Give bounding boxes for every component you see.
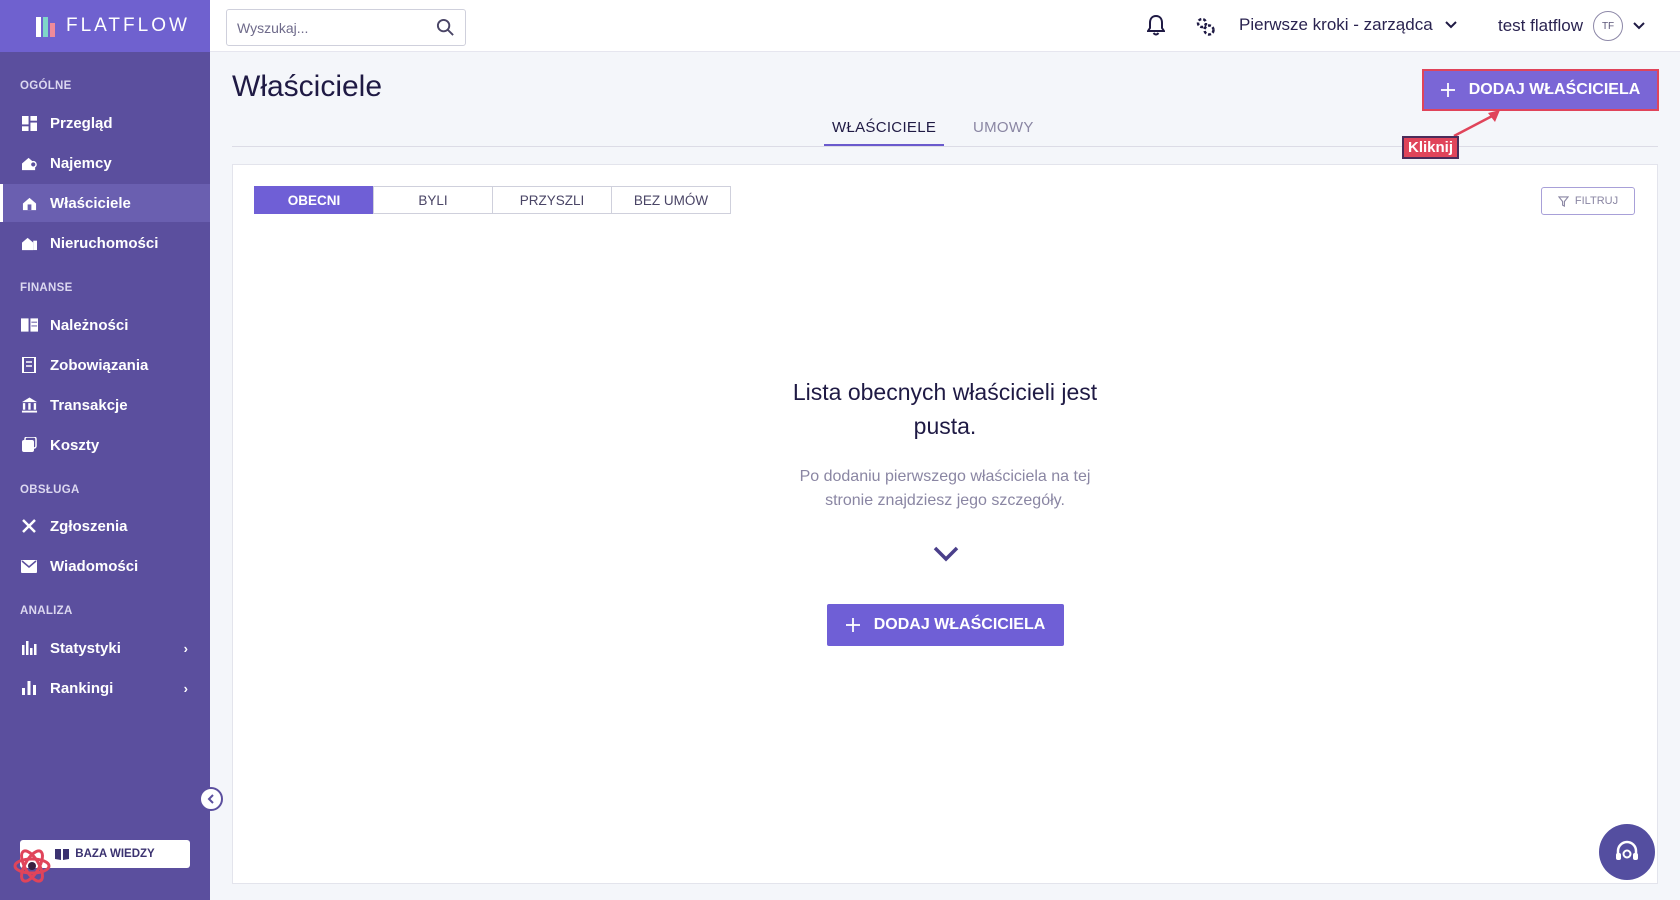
search-input[interactable]: [237, 19, 427, 36]
section-label-general: OGÓLNE: [20, 80, 72, 92]
support-chat-button[interactable]: [1599, 824, 1655, 880]
chevron-left-icon: [207, 794, 214, 804]
liabilities-icon: [20, 356, 38, 374]
empty-state-subtitle-text: Po dodaniu pierwszego właściciela na tej…: [799, 468, 1091, 509]
annotation-arrow: [1453, 110, 1500, 138]
stats-icon: [20, 639, 38, 657]
sidebar-item-transactions[interactable]: Transakcje: [0, 386, 210, 424]
segment-future[interactable]: PRZYSZLI: [492, 186, 612, 214]
chevron-down-icon: [933, 546, 959, 562]
search-icon[interactable]: [436, 18, 455, 37]
user-name: test flatflow: [1498, 16, 1584, 35]
topbar: Pierwsze kroki - zarządca test flatflow …: [210, 0, 1680, 52]
sidebar-collapse-button[interactable]: [199, 787, 223, 811]
sidebar-item-owners[interactable]: Właściciele: [0, 184, 210, 222]
chevron-right-icon: ›: [183, 640, 188, 656]
sidebar-item-messages[interactable]: Wiadomości: [0, 547, 210, 585]
flatflow-logo-icon: [36, 15, 58, 37]
settings-gears-icon[interactable]: [1194, 15, 1216, 37]
knowledge-base-label: BAZA WIEDZY: [75, 848, 155, 860]
avatar: TF: [1593, 11, 1624, 41]
section-label-finance: FINANSE: [20, 282, 73, 294]
add-owner-empty-state-button[interactable]: DODAJ WŁAŚCICIELA: [827, 604, 1064, 646]
sidebar: FLATFLOW OGÓLNE Przegląd Najemcy Właścic…: [0, 0, 210, 900]
funnel-icon: [1557, 195, 1569, 207]
ranking-icon: [20, 679, 38, 697]
empty-state-title: Lista obecnych właścicieli jest pusta.: [233, 375, 1657, 443]
owners-icon: [20, 194, 38, 212]
headset-icon: [1616, 840, 1638, 860]
segment-no-contracts[interactable]: BEZ UMÓW: [611, 186, 731, 214]
add-owner-label: DODAJ WŁAŚCICIELA: [1468, 81, 1641, 98]
tab-contracts[interactable]: UMOWY: [973, 119, 1034, 144]
bank-icon: [20, 396, 38, 414]
filter-label: FILTRUJ: [1574, 195, 1619, 207]
sidebar-item-liabilities[interactable]: Zobowiązania: [0, 346, 210, 384]
sidebar-item-requests[interactable]: Zgłoszenia: [0, 507, 210, 545]
logo[interactable]: FLATFLOW: [0, 0, 210, 52]
search-box: [226, 9, 466, 46]
sidebar-item-label: Zobowiązania: [50, 356, 149, 374]
segment-current[interactable]: OBECNI: [254, 186, 374, 214]
plus-icon: [845, 618, 860, 632]
bell-icon[interactable]: [1147, 15, 1165, 36]
sidebar-item-label: Przegląd: [50, 114, 113, 132]
page-title: Właściciele: [232, 70, 383, 103]
sidebar-item-label: Właściciele: [50, 194, 131, 212]
section-label-analysis: ANALIZA: [20, 605, 73, 617]
mail-icon: [20, 557, 38, 575]
react-devtools-icon[interactable]: [12, 846, 52, 886]
sidebar-item-label: Najemcy: [50, 154, 112, 172]
tenants-icon: [20, 154, 38, 172]
sidebar-item-label: Transakcje: [50, 396, 128, 414]
sidebar-item-properties[interactable]: Nieruchomości: [0, 224, 210, 262]
costs-icon: [20, 436, 38, 454]
workspace-selector[interactable]: Pierwsze kroki - zarządca: [1239, 15, 1457, 35]
add-owner-empty-label: DODAJ WŁAŚCICIELA: [873, 616, 1046, 633]
segment-past[interactable]: BYLI: [373, 186, 493, 214]
sidebar-item-receivables[interactable]: Należności: [0, 306, 210, 344]
sidebar-item-rankings[interactable]: Rankingi ›: [0, 669, 210, 707]
sidebar-item-tenants[interactable]: Najemcy: [0, 144, 210, 182]
chevron-down-icon: [1633, 22, 1645, 30]
workspace-name: Pierwsze kroki - zarządca: [1239, 15, 1433, 34]
chevron-down-icon: [1444, 21, 1457, 29]
sidebar-item-label: Statystyki: [50, 639, 121, 657]
section-label-service: OBSŁUGA: [20, 484, 80, 496]
sidebar-item-label: Nieruchomości: [50, 234, 159, 252]
sidebar-item-label: Należności: [50, 316, 129, 334]
click-annotation-label: Kliknij: [1402, 136, 1460, 159]
filter-button[interactable]: FILTRUJ: [1541, 187, 1635, 215]
chevron-right-icon: ›: [183, 680, 188, 696]
tools-icon: [20, 517, 38, 535]
status-segmented-control: OBECNI BYLI PRZYSZLI BEZ UMÓW: [254, 186, 731, 214]
empty-state-title-text: Lista obecnych właścicieli jest pusta.: [792, 379, 1098, 439]
sidebar-item-statistics[interactable]: Statystyki ›: [0, 629, 210, 667]
empty-state-subtitle: Po dodaniu pierwszego właściciela na tej…: [233, 465, 1657, 513]
sidebar-item-label: Rankingi: [50, 679, 114, 697]
dashboard-icon: [20, 114, 38, 132]
book-icon: [55, 849, 70, 860]
logo-text: FLATFLOW: [66, 15, 190, 36]
sidebar-item-label: Zgłoszenia: [50, 517, 128, 535]
receivables-icon: [20, 316, 38, 334]
sidebar-item-costs[interactable]: Koszty: [0, 426, 210, 464]
buildings-icon: [20, 234, 38, 252]
user-menu[interactable]: test flatflow TF: [1498, 11, 1645, 41]
plus-icon: [1440, 83, 1455, 97]
owners-card: OBECNI BYLI PRZYSZLI BEZ UMÓW FILTRUJ Li…: [232, 164, 1658, 884]
sidebar-item-label: Wiadomości: [50, 557, 139, 575]
sidebar-item-label: Koszty: [50, 436, 100, 454]
tab-owners[interactable]: WŁAŚCICIELE: [824, 119, 945, 146]
sidebar-item-overview[interactable]: Przegląd: [0, 104, 210, 142]
